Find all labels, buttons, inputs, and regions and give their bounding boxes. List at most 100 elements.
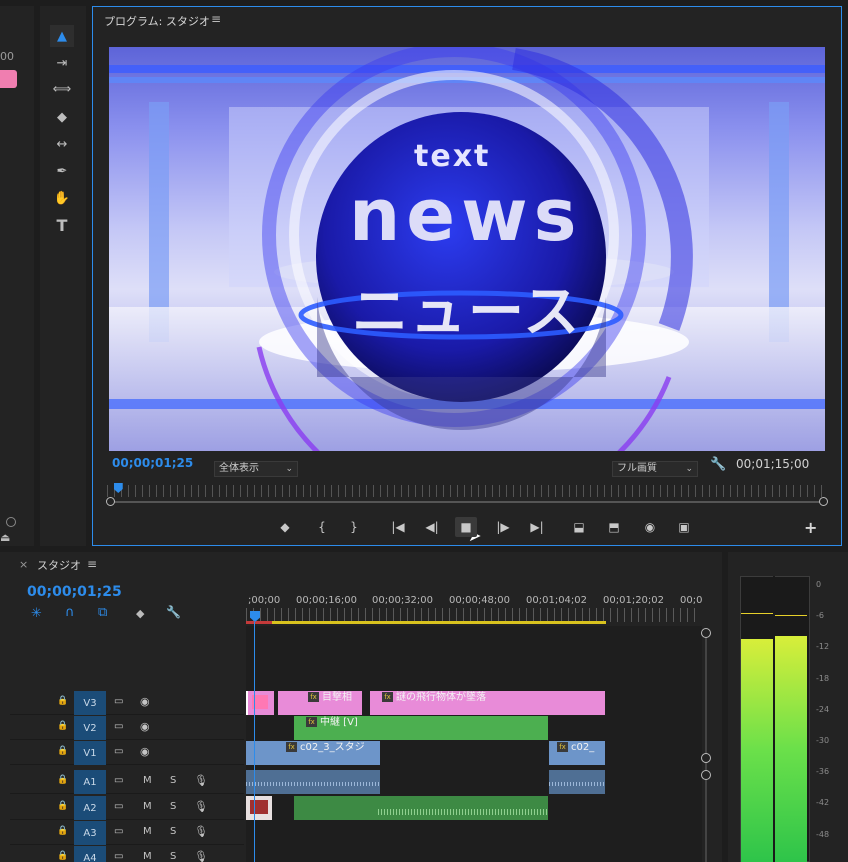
timeline-menu-icon[interactable]: ≡ bbox=[87, 557, 97, 571]
clip-a1-b[interactable] bbox=[549, 770, 605, 794]
sync-lock-icon[interactable]: ▭ bbox=[114, 775, 123, 786]
microphone-icon[interactable]: 🎙 bbox=[194, 800, 208, 813]
track-target-a4[interactable]: A4 bbox=[74, 846, 106, 862]
sync-lock-icon[interactable]: ▭ bbox=[114, 851, 123, 862]
timeline-timecode[interactable]: 00;00;01;25 bbox=[27, 584, 122, 600]
solo-button[interactable]: S bbox=[170, 775, 176, 786]
sync-lock-icon[interactable]: ▭ bbox=[114, 721, 123, 732]
zoom-bar-right-handle[interactable] bbox=[819, 497, 828, 506]
sync-lock-icon[interactable]: ▭ bbox=[114, 746, 123, 757]
add-button-icon[interactable]: + bbox=[804, 518, 817, 537]
clip-a2[interactable] bbox=[294, 796, 548, 820]
add-marker-icon[interactable]: ◆ bbox=[136, 607, 144, 620]
hand-tool-icon[interactable]: ✋ bbox=[50, 187, 74, 209]
microphone-icon[interactable]: 🎙 bbox=[194, 774, 208, 787]
clip-v1-a[interactable]: fx c02_3_スタジ bbox=[246, 741, 380, 765]
quality-dropdown[interactable]: フル画質 ⌄ bbox=[612, 461, 698, 477]
timeline-ruler[interactable] bbox=[246, 608, 700, 622]
solo-button[interactable]: S bbox=[170, 801, 176, 812]
zoom-dropdown[interactable]: 全体表示 ⌄ bbox=[214, 461, 298, 477]
timeline-tab-close-icon[interactable]: × bbox=[19, 558, 28, 571]
add-marker-icon[interactable]: ◆ bbox=[274, 517, 296, 537]
lock-icon[interactable]: 🔒 bbox=[57, 721, 68, 731]
zoom-bar-left-handle[interactable] bbox=[106, 497, 115, 506]
clip-v3-b[interactable]: fx 謎の飛行物体が墜落 bbox=[370, 691, 605, 715]
extract-icon[interactable]: ⬒ bbox=[603, 517, 625, 537]
pen-tool-icon[interactable]: ✒ bbox=[50, 160, 74, 182]
slip-tool-icon[interactable]: ↔ bbox=[50, 133, 74, 155]
lift-icon[interactable]: ⬓ bbox=[568, 517, 590, 537]
mark-out-icon[interactable]: } bbox=[343, 517, 365, 537]
track-target-a2[interactable]: A2 bbox=[74, 796, 106, 820]
clip-v3-pink-thumb[interactable] bbox=[246, 691, 274, 715]
stop-icon[interactable]: ■ bbox=[455, 517, 477, 537]
comparison-view-icon[interactable]: ▣ bbox=[673, 517, 695, 537]
mark-in-icon[interactable]: { bbox=[311, 517, 333, 537]
wrench-icon[interactable]: 🔧 bbox=[710, 457, 726, 472]
vscroll-handle-mid[interactable] bbox=[701, 753, 711, 763]
mute-button[interactable]: M bbox=[143, 826, 152, 837]
step-back-icon[interactable]: ◀| bbox=[421, 517, 443, 537]
lock-icon[interactable]: 🔒 bbox=[57, 775, 68, 785]
track-header-a3: 🔒 A3 ▭ M S 🎙 bbox=[10, 821, 244, 845]
program-title[interactable]: プログラム: スタジオ bbox=[104, 13, 210, 29]
program-mini-ruler[interactable] bbox=[107, 485, 823, 497]
ruler-label: 00;00;16;00 bbox=[296, 595, 358, 606]
track-select-tool-icon[interactable]: ⇥ bbox=[50, 52, 74, 74]
eye-icon[interactable]: ◉ bbox=[140, 745, 150, 758]
clip-v1-b[interactable]: fx c02_ bbox=[549, 741, 605, 765]
mute-button[interactable]: M bbox=[143, 851, 152, 862]
eye-icon[interactable]: ◉ bbox=[140, 720, 150, 733]
lock-icon[interactable]: 🔒 bbox=[57, 826, 68, 836]
magnet-icon[interactable]: ∩ bbox=[65, 605, 75, 620]
insert-icon[interactable]: ⏏ bbox=[0, 531, 10, 544]
lock-icon[interactable]: 🔒 bbox=[57, 801, 68, 811]
snap-icon[interactable]: ✳ bbox=[31, 606, 42, 621]
source-scroll-handle[interactable] bbox=[6, 517, 16, 527]
clip-v2[interactable]: fx 中継 [V] bbox=[294, 716, 548, 740]
timeline-playhead-line[interactable] bbox=[254, 622, 255, 862]
ruler-label: 00;00;48;00 bbox=[449, 595, 511, 606]
sync-lock-icon[interactable]: ▭ bbox=[114, 696, 123, 707]
solo-button[interactable]: S bbox=[170, 851, 176, 862]
program-menu-icon[interactable]: ≡ bbox=[211, 12, 221, 26]
solo-button[interactable]: S bbox=[170, 826, 176, 837]
lock-icon[interactable]: 🔒 bbox=[57, 746, 68, 756]
ripple-edit-tool-icon[interactable]: ⟺ bbox=[50, 78, 74, 100]
type-tool-icon[interactable]: T bbox=[50, 214, 74, 236]
program-zoom-bar[interactable] bbox=[107, 501, 823, 503]
vscroll-handle-top[interactable] bbox=[701, 628, 711, 638]
timeline-settings-wrench-icon[interactable]: 🔧 bbox=[166, 605, 181, 619]
export-frame-icon[interactable]: ◉ bbox=[639, 517, 661, 537]
track-target-v1[interactable]: V1 bbox=[74, 741, 106, 765]
razor-tool-icon[interactable]: ◆ bbox=[50, 106, 74, 128]
mute-button[interactable]: M bbox=[143, 801, 152, 812]
microphone-icon[interactable]: 🎙 bbox=[194, 825, 208, 838]
timeline-tab-label[interactable]: スタジオ bbox=[37, 557, 81, 573]
step-forward-icon[interactable]: |▶ bbox=[492, 517, 514, 537]
meter-db-label: -36 bbox=[816, 767, 830, 777]
go-to-in-icon[interactable]: |◀ bbox=[387, 517, 409, 537]
go-to-out-icon[interactable]: ▶| bbox=[526, 517, 548, 537]
vscroll-handle-audio[interactable] bbox=[701, 770, 711, 780]
sync-lock-icon[interactable]: ▭ bbox=[114, 801, 123, 812]
track-target-v2[interactable]: V2 bbox=[74, 716, 106, 740]
work-area-bar[interactable] bbox=[246, 621, 606, 624]
lock-icon[interactable]: 🔒 bbox=[57, 851, 68, 861]
program-timecode[interactable]: 00;00;01;25 bbox=[112, 456, 193, 470]
sync-lock-icon[interactable]: ▭ bbox=[114, 826, 123, 837]
eye-icon[interactable]: ◉ bbox=[140, 695, 150, 708]
clip-v3-a[interactable]: fx 目撃相 bbox=[278, 691, 362, 715]
clip-a2-thumb[interactable] bbox=[246, 796, 272, 820]
lock-icon[interactable]: 🔒 bbox=[57, 696, 68, 706]
mute-button[interactable]: M bbox=[143, 775, 152, 786]
clip-a1-a[interactable] bbox=[246, 770, 380, 794]
track-target-a3[interactable]: A3 bbox=[74, 821, 106, 845]
timeline-vscroll[interactable] bbox=[705, 630, 707, 862]
selection-tool-icon[interactable]: ▲ bbox=[50, 25, 74, 47]
linked-selection-icon[interactable]: ⧉ bbox=[98, 605, 107, 620]
microphone-icon[interactable]: 🎙 bbox=[194, 850, 208, 862]
track-target-a1[interactable]: A1 bbox=[74, 770, 106, 794]
track-target-v3[interactable]: V3 bbox=[74, 691, 106, 715]
fx-badge: fx bbox=[382, 692, 393, 702]
